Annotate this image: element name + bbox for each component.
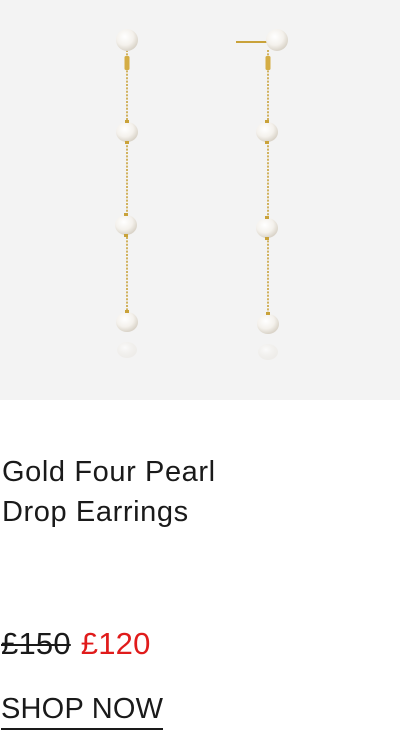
price-row: £150 £120 [1,624,151,664]
original-price: £150 [1,626,71,661]
shop-now-link[interactable]: SHOP NOW [1,690,164,730]
sale-price: £120 [80,626,151,661]
right-earring [236,29,288,398]
pearl-drop-earrings-illustration [115,29,288,398]
left-earring [115,29,138,398]
product-image[interactable] [0,0,400,400]
product-title[interactable]: Gold Four Pearl Drop Earrings [2,452,382,532]
